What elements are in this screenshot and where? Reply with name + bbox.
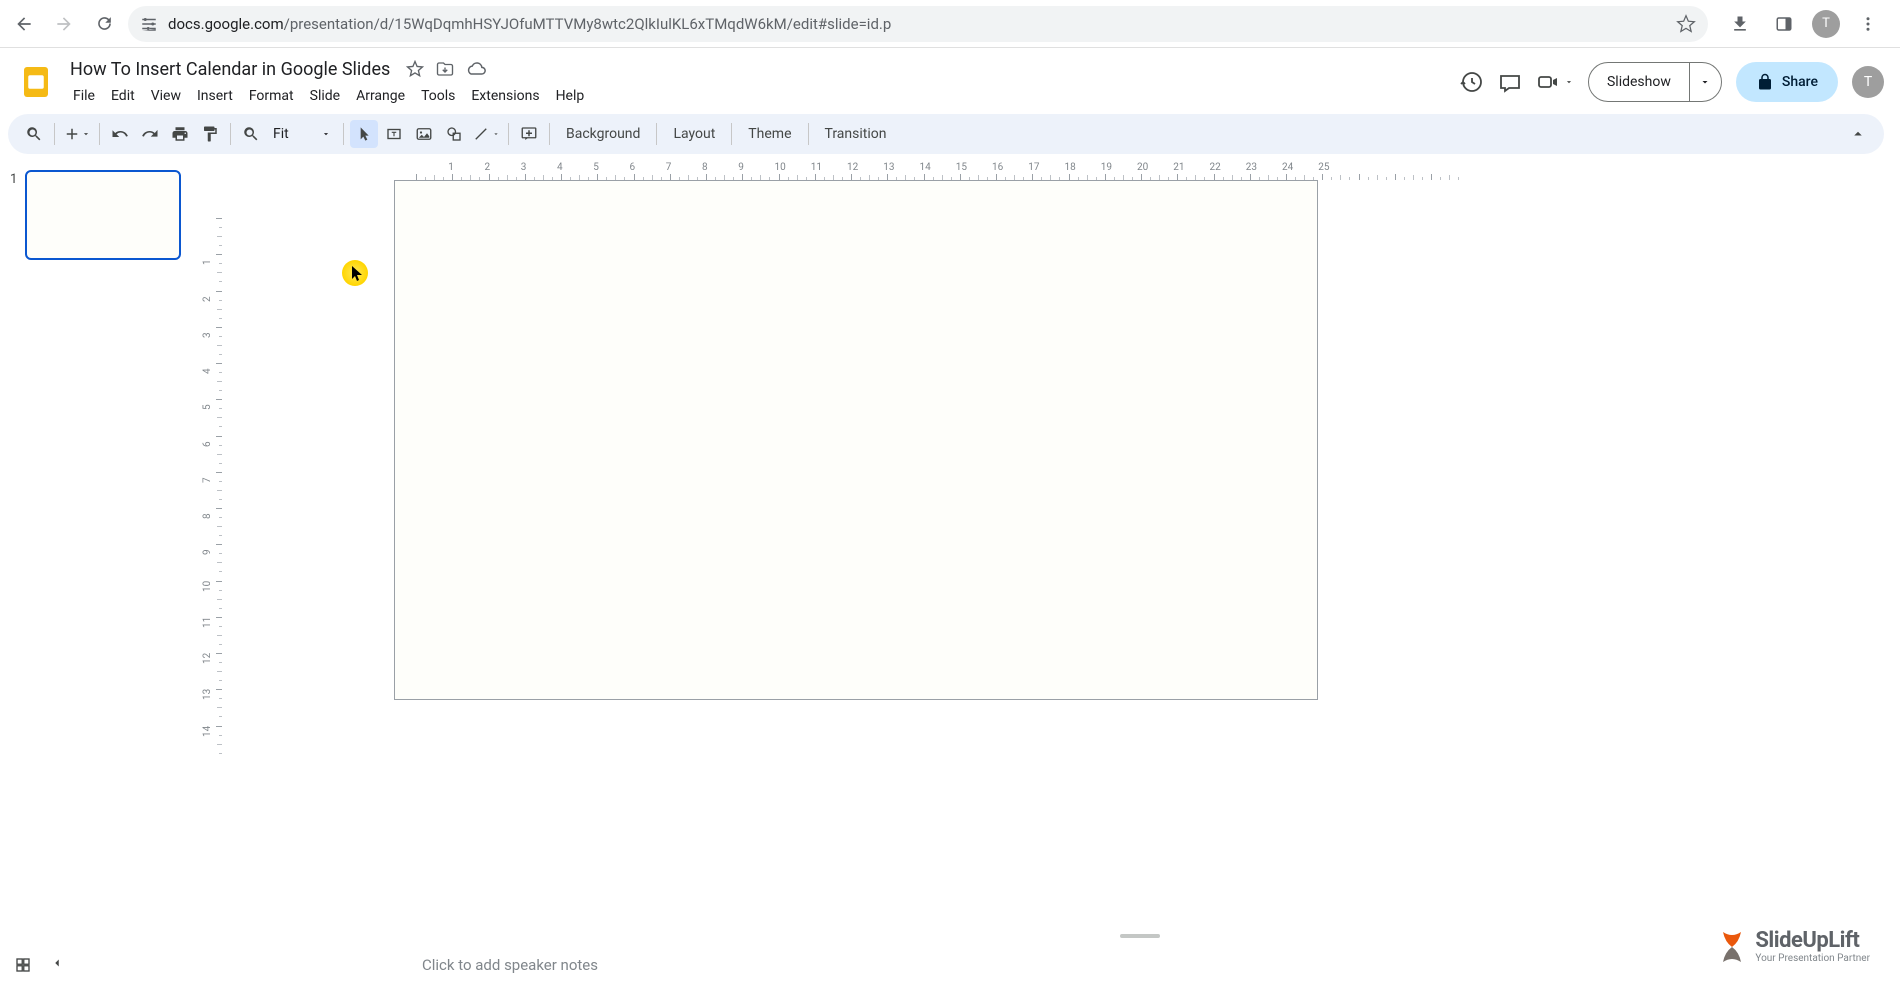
zoom-select[interactable]: Fit: [267, 120, 337, 148]
separator: [54, 123, 55, 145]
share-label: Share: [1782, 74, 1818, 90]
image-button[interactable]: [410, 120, 438, 148]
watermark-tagline: Your Presentation Partner: [1755, 954, 1870, 964]
video-call-button[interactable]: [1536, 70, 1574, 94]
star-icon[interactable]: [406, 60, 424, 78]
browser-back-button[interactable]: [8, 8, 40, 40]
menu-arrange[interactable]: Arrange: [349, 84, 412, 108]
chevron-down-icon: [492, 125, 500, 143]
collapse-panel-icon[interactable]: [50, 956, 64, 978]
redo-button[interactable]: [136, 120, 164, 148]
separator: [731, 123, 732, 145]
background-button[interactable]: Background: [556, 120, 650, 148]
vertical-ruler[interactable]: 1234567891011121314: [200, 180, 222, 982]
account-avatar[interactable]: T: [1852, 66, 1884, 98]
separator: [656, 123, 657, 145]
bookmark-star-icon[interactable]: [1676, 14, 1696, 34]
cursor-arrow-icon: [352, 266, 364, 286]
browser-forward-button[interactable]: [48, 8, 80, 40]
browser-reload-button[interactable]: [88, 8, 120, 40]
menu-insert[interactable]: Insert: [190, 84, 240, 108]
menu-view[interactable]: View: [144, 84, 188, 108]
hide-menus-button[interactable]: [1844, 120, 1872, 148]
chevron-down-icon: [81, 125, 91, 143]
separator: [808, 123, 809, 145]
version-history-icon[interactable]: [1460, 70, 1484, 94]
google-slides-logo[interactable]: [16, 62, 56, 102]
menu-edit[interactable]: Edit: [104, 84, 142, 108]
document-title[interactable]: How To Insert Calendar in Google Slides: [66, 57, 394, 82]
separator: [230, 123, 231, 145]
header: How To Insert Calendar in Google Slides …: [0, 48, 1900, 108]
text-box-button[interactable]: [380, 120, 408, 148]
separator: [508, 123, 509, 145]
browser-address-bar[interactable]: docs.google.com/presentation/d/15WqDqmhH…: [128, 6, 1708, 42]
comments-icon[interactable]: [1498, 70, 1522, 94]
footer-icons: [14, 956, 64, 978]
slide-thumbnail[interactable]: [25, 170, 181, 260]
line-button[interactable]: [470, 120, 502, 148]
grid-view-icon[interactable]: [14, 956, 32, 978]
layout-button[interactable]: Layout: [663, 120, 725, 148]
cloud-status-icon[interactable]: [466, 59, 486, 79]
slideshow-button-group: Slideshow: [1588, 62, 1722, 102]
chevron-down-icon: [1564, 77, 1574, 87]
url-text: docs.google.com/presentation/d/15WqDqmhH…: [168, 15, 1666, 33]
search-menus-icon[interactable]: [20, 120, 48, 148]
slide-thumbnail-panel: 1: [0, 162, 200, 982]
zoom-label: Fit: [273, 126, 289, 142]
theme-button[interactable]: Theme: [738, 120, 801, 148]
slideshow-button[interactable]: Slideshow: [1589, 63, 1689, 101]
shape-button[interactable]: [440, 120, 468, 148]
site-settings-icon[interactable]: [140, 15, 158, 33]
add-comment-button[interactable]: [515, 120, 543, 148]
slide-number: 1: [10, 172, 17, 974]
notes-resize-handle[interactable]: [400, 934, 1880, 938]
slideupift-logo-icon: [1717, 930, 1747, 964]
menu-help[interactable]: Help: [549, 84, 592, 108]
zoom-tool-icon[interactable]: [237, 120, 265, 148]
menu-tools[interactable]: Tools: [414, 84, 462, 108]
chevron-down-icon: [1699, 76, 1711, 88]
canvas-area: 1234567891011121314151617181920212223242…: [200, 162, 1900, 982]
move-folder-icon[interactable]: [436, 60, 454, 78]
toolbar: Fit Background Layout Theme Transition: [8, 114, 1884, 154]
lock-icon: [1756, 73, 1774, 91]
separator: [99, 123, 100, 145]
slide-canvas[interactable]: [394, 180, 1318, 700]
paint-format-button[interactable]: [196, 120, 224, 148]
chevron-down-icon: [321, 129, 331, 139]
print-button[interactable]: [166, 120, 194, 148]
share-button[interactable]: Share: [1736, 62, 1838, 102]
transition-button[interactable]: Transition: [815, 120, 897, 148]
menu-file[interactable]: File: [66, 84, 102, 108]
menu-bar: File Edit View Insert Format Slide Arran…: [66, 84, 1460, 108]
menu-format[interactable]: Format: [242, 84, 301, 108]
new-slide-button[interactable]: [61, 120, 93, 148]
horizontal-ruler[interactable]: 1234567891011121314151617181920212223242…: [222, 162, 1888, 180]
main-area: 1 12345678910111213141516171819202122232…: [0, 162, 1900, 982]
separator: [549, 123, 550, 145]
side-panel-icon[interactable]: [1768, 8, 1800, 40]
downloads-icon[interactable]: [1724, 8, 1756, 40]
slideshow-dropdown[interactable]: [1689, 63, 1721, 101]
select-tool-button[interactable]: [350, 120, 378, 148]
watermark-title: SlideUpLift: [1755, 930, 1870, 952]
speaker-notes[interactable]: Click to add speaker notes: [400, 952, 1880, 982]
undo-button[interactable]: [106, 120, 134, 148]
watermark: SlideUpLift Your Presentation Partner: [1717, 930, 1870, 964]
menu-extensions[interactable]: Extensions: [464, 84, 546, 108]
browser-profile-avatar[interactable]: T: [1812, 10, 1840, 38]
menu-slide[interactable]: Slide: [303, 84, 347, 108]
separator: [343, 123, 344, 145]
browser-menu-icon[interactable]: [1852, 8, 1884, 40]
browser-toolbar: docs.google.com/presentation/d/15WqDqmhH…: [0, 0, 1900, 48]
